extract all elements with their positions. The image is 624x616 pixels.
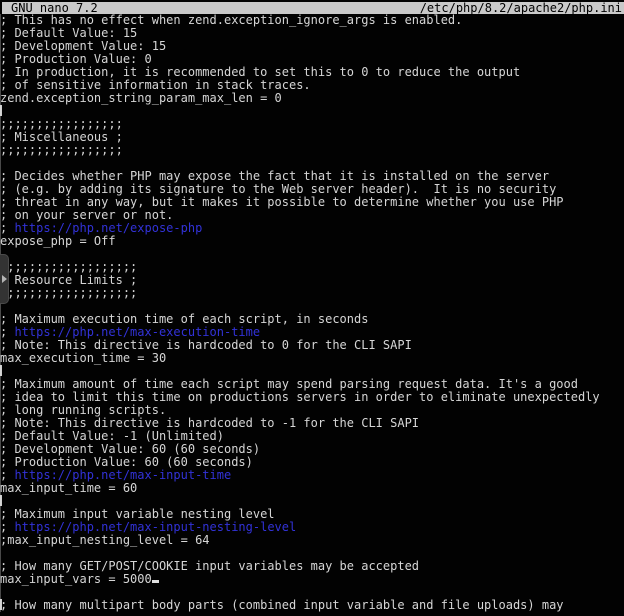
comment-prefix: ; (0, 221, 14, 235)
buffer-line: max_execution_time = 30 (0, 352, 624, 365)
php-net-link[interactable]: https://php.net/expose-php (14, 221, 202, 235)
php-net-link[interactable]: https://php.net/max-input-nesting-level (14, 520, 296, 534)
buffer-line: ;;;;;;;;;;;;;;;;; (0, 144, 624, 157)
terminal-window: GNU nano 7.2 /etc/php/8.2/apache2/php.in… (0, 0, 624, 616)
buffer-line: max_input_vars = 5000 (0, 573, 624, 586)
buffer-line: ; How many multipart body parts (combine… (0, 599, 624, 612)
left-edge-artifact (0, 105, 2, 116)
buffer-line: expose_php = Off (0, 235, 624, 248)
left-edge-artifact (0, 495, 2, 506)
php-net-link[interactable]: https://php.net/max-input-time (14, 468, 231, 482)
terminal-cursor (152, 580, 159, 583)
buffer-line: max_input_time = 60 (0, 482, 624, 495)
buffer-line: ;max_input_nesting_level = 64 (0, 534, 624, 547)
comment-prefix: ; (0, 468, 14, 482)
left-edge-artifact (0, 599, 2, 610)
php-net-link[interactable]: https://php.net/max-execution-time (14, 325, 260, 339)
side-panel-handle[interactable] (0, 254, 9, 304)
comment-prefix: ; (0, 520, 14, 534)
directive-text: max_input_vars = 5000 (0, 572, 152, 586)
editor-buffer[interactable]: ; This has no effect when zend.exception… (0, 14, 624, 616)
buffer-line: zend.exception_string_param_max_len = 0 (0, 92, 624, 105)
left-edge-artifact (0, 365, 2, 376)
right-arrow-icon (2, 275, 7, 283)
buffer-line: ;;;;;;;;;;;;;;;;;;; (0, 287, 624, 300)
comment-prefix: ; (0, 325, 14, 339)
left-edge-border (0, 14, 1, 612)
